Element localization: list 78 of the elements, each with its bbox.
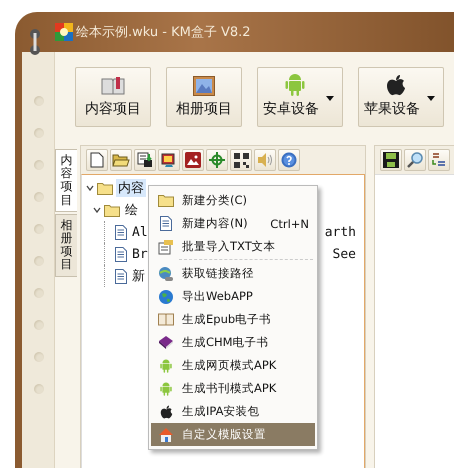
monitor-icon <box>161 152 177 168</box>
globe-link-icon <box>158 266 174 282</box>
window-title: 绘本示例.wku - KM盒子 V8.2 <box>76 24 251 41</box>
globe-icon <box>158 288 174 304</box>
import-document-icon <box>158 238 174 254</box>
side-tab[interactable]: 内容项目 <box>55 149 77 212</box>
tree-item[interactable]: 绘 <box>123 201 140 219</box>
toolbar-button[interactable]: 内容项目 <box>75 67 151 127</box>
tree-item[interactable]: 新 <box>130 267 147 285</box>
tool-button[interactable] <box>230 149 252 171</box>
menu-item[interactable]: 自定义模版设置 <box>151 423 315 446</box>
crosshair-icon <box>209 152 225 168</box>
document-icon <box>115 246 127 262</box>
toolbar-button[interactable]: 安卓设备 <box>257 67 343 127</box>
image-icon <box>185 152 201 168</box>
folder-icon <box>158 194 174 207</box>
tool-button[interactable] <box>380 149 402 171</box>
tool-button[interactable] <box>404 149 426 171</box>
binder-hole-icon <box>34 288 44 298</box>
tool-button[interactable] <box>428 149 450 171</box>
tool-button[interactable] <box>86 149 108 171</box>
book-icon <box>158 335 174 350</box>
menu-item[interactable]: 批量导入TXT文本 <box>151 235 315 258</box>
tree-item[interactable]: Al <box>130 224 150 240</box>
binder-hole-icon <box>34 256 44 266</box>
menu-item[interactable]: 导出WebAPP <box>151 285 315 308</box>
open-folder-icon <box>112 153 130 167</box>
toolbar-button[interactable]: 苹果设备 <box>358 67 444 127</box>
apple-icon <box>160 404 172 418</box>
new-file-icon <box>90 152 104 168</box>
save-icon <box>383 152 399 168</box>
book-icon <box>101 76 125 96</box>
android-icon <box>160 358 172 373</box>
menu-item[interactable]: 生成Epub电子书 <box>151 308 315 331</box>
android-icon <box>160 381 172 396</box>
side-tab[interactable]: 相册项目 <box>55 214 77 276</box>
tree-item-text: arth <box>324 224 357 240</box>
android-icon <box>285 72 305 96</box>
document-icon <box>115 224 127 240</box>
binder-ring-icon <box>29 28 41 56</box>
qr-code-icon <box>234 152 248 168</box>
tree-item-text: See <box>332 246 357 262</box>
picture-icon <box>193 76 215 96</box>
save-document-icon <box>137 152 153 168</box>
menu-item[interactable]: 生成网页模式APK <box>151 354 315 377</box>
binder-hole-icon <box>34 96 44 106</box>
binder-hole-icon <box>34 352 44 362</box>
menu-item[interactable]: 生成IPA安装包 <box>151 400 315 423</box>
tool-button[interactable] <box>158 149 180 171</box>
tree-item[interactable]: 内容 <box>116 179 146 197</box>
binder-hole-icon <box>34 128 44 138</box>
tool-button[interactable] <box>134 149 156 171</box>
binder-hole-icon <box>34 192 44 202</box>
tool-button[interactable] <box>182 149 204 171</box>
speaker-icon <box>257 152 273 168</box>
menu-item[interactable]: 获取链接路径 <box>151 262 315 285</box>
folder-icon <box>97 182 113 194</box>
menu-item[interactable]: 生成CHM电子书 <box>151 331 315 354</box>
replace-icon <box>431 152 447 168</box>
menu-item[interactable]: 新建分类(C) <box>151 189 315 212</box>
help-icon <box>281 152 297 168</box>
binder-hole-icon <box>34 224 44 234</box>
binder-hole-icon <box>34 384 44 394</box>
house-icon <box>158 426 174 442</box>
search-icon <box>407 152 423 168</box>
document-icon <box>115 268 127 284</box>
app-logo-icon <box>55 23 73 41</box>
binder-hole-icon <box>34 320 44 330</box>
tool-button[interactable] <box>110 149 132 171</box>
apple-icon <box>386 74 406 96</box>
menu-item[interactable]: 新建内容(N) Ctrl+N <box>151 212 315 235</box>
document-icon <box>160 216 172 231</box>
folder-icon <box>104 204 120 216</box>
tree-item[interactable]: Br <box>130 246 150 262</box>
toolbar-button[interactable]: 相册项目 <box>166 67 242 127</box>
menu-item[interactable]: 生成书刊模式APK <box>151 377 315 400</box>
binder-hole-icon <box>34 160 44 170</box>
open-book-icon <box>158 313 174 326</box>
